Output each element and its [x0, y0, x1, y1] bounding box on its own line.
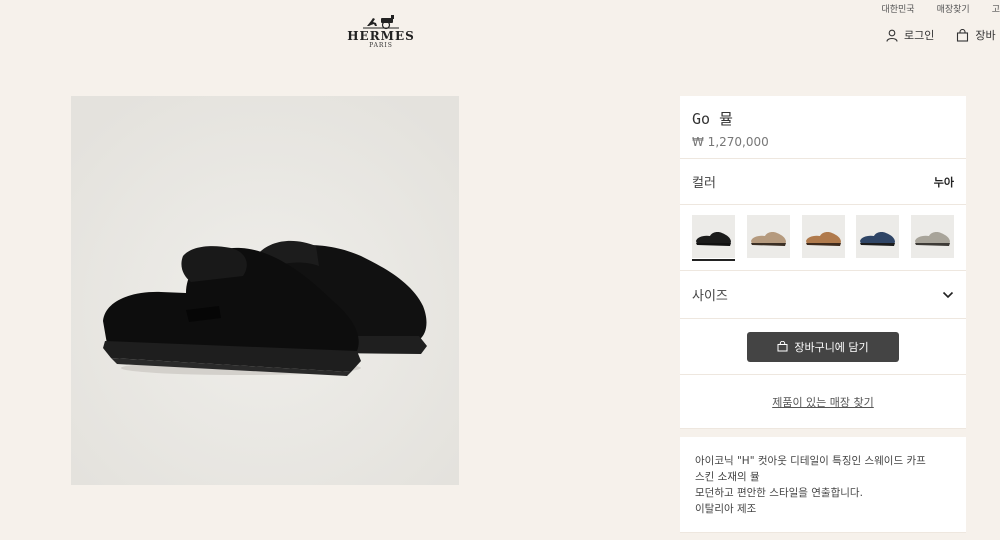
mule-thumbnail-icon	[696, 232, 731, 246]
color-swatch-grey[interactable]	[911, 215, 955, 259]
product-title: Go 뮬	[692, 110, 733, 128]
top-links: 대한민국 매장찾기 고	[881, 2, 1000, 15]
cart-section: 장바구니에 담기	[680, 319, 966, 375]
product-price: ₩ 1,270,000	[692, 135, 769, 149]
color-swatch-navy[interactable]	[856, 215, 900, 259]
product-panel: Go 뮬 ₩ 1,270,000 컬러 누아 사이즈 장바구니에 담기 제품이 …	[680, 96, 966, 533]
cart-link[interactable]: 장바	[956, 27, 996, 43]
user-icon	[886, 29, 898, 42]
color-label: 컬러	[692, 176, 716, 191]
brand-wordmark: HERMES	[347, 29, 415, 43]
product-description: 아이코닉 "H" 컷아웃 디테일이 특징인 스웨이드 카프 스킨 소재의 뮬 모…	[680, 437, 966, 533]
add-to-cart-button[interactable]: 장바구니에 담기	[747, 331, 899, 362]
color-swatch-beige[interactable]	[746, 215, 790, 259]
product-image[interactable]	[71, 96, 459, 485]
login-label: 로그인	[904, 29, 935, 42]
mule-thumbnail-icon	[750, 232, 786, 246]
store-finder-section: 제품이 있는 매장 찾기	[680, 375, 966, 429]
mule-thumbnail-icon	[915, 232, 951, 246]
title-section: Go 뮬 ₩ 1,270,000	[680, 96, 966, 159]
top-link-country[interactable]: 대한민국	[881, 2, 914, 15]
size-selector[interactable]: 사이즈	[680, 271, 966, 319]
login-link[interactable]: 로그인	[886, 27, 934, 43]
color-section: 컬러 누아	[680, 159, 966, 205]
shopping-bag-icon	[777, 341, 788, 352]
brand-city: PARIS	[369, 42, 393, 49]
description-line: 모던하고 편안한 스타일을 연출합니다.	[695, 487, 863, 499]
color-swatch-tan[interactable]	[801, 215, 845, 259]
color-swatches	[680, 205, 966, 271]
description-line: 아이코닉 "H" 컷아웃 디테일이 특징인 스웨이드 카프	[695, 455, 926, 467]
chevron-down-icon	[942, 291, 954, 298]
cart-label: 장바	[975, 29, 996, 42]
color-value: 누아	[933, 175, 954, 189]
color-swatch-black[interactable]	[692, 215, 735, 261]
mule-thumbnail-icon	[805, 232, 841, 246]
carriage-logo-icon	[363, 15, 399, 30]
description-line: 스킨 소재의 뮬	[695, 471, 760, 483]
top-link-more[interactable]: 고	[992, 2, 1000, 15]
find-store-link[interactable]: 제품이 있는 매장 찾기	[772, 394, 874, 410]
mule-thumbnail-icon	[860, 232, 896, 246]
add-to-cart-label: 장바구니에 담기	[794, 340, 869, 354]
shopping-bag-icon	[957, 28, 969, 42]
hermes-logo[interactable]: HERMES PARIS	[346, 14, 416, 50]
size-label: 사이즈	[692, 289, 728, 304]
header-actions: 로그인 장바	[886, 27, 996, 43]
black-suede-mules-image	[71, 96, 459, 485]
top-link-store-finder[interactable]: 매장찾기	[937, 2, 970, 15]
description-line: 이탈리아 제조	[695, 503, 757, 515]
